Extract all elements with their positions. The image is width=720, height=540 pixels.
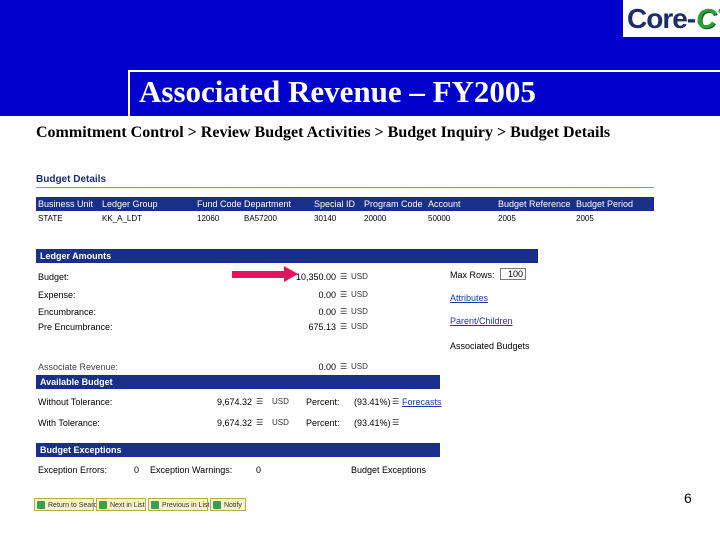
col-fund-code: Fund Code bbox=[197, 199, 242, 209]
parent-children-link[interactable]: Parent/Children bbox=[450, 316, 513, 326]
detail-icon[interactable]: ☰ bbox=[340, 290, 347, 299]
logo-ct-text: CT bbox=[696, 2, 720, 34]
cell-special-id: 30140 bbox=[314, 214, 337, 223]
pre-encumbrance-currency: USD bbox=[351, 322, 368, 331]
next-in-list-label: Next in List bbox=[110, 502, 145, 509]
encumbrance-value: 0.00 bbox=[318, 307, 336, 317]
breadcrumb: Commitment Control > Review Budget Activ… bbox=[36, 124, 611, 141]
logo-core-text: Core- bbox=[627, 2, 696, 34]
col-ledger-group: Ledger Group bbox=[102, 199, 158, 209]
detail-icon[interactable]: ☰ bbox=[256, 397, 263, 406]
exception-errors-value: 0 bbox=[134, 465, 140, 475]
budget-exceptions-title: Budget Exceptions bbox=[40, 445, 122, 455]
notify-label: Notify bbox=[224, 502, 242, 509]
cell-fund-code: 12060 bbox=[197, 214, 220, 223]
without-tolerance-value: 9,674.32 bbox=[216, 397, 252, 407]
expense-value: 0.00 bbox=[318, 290, 336, 300]
detail-icon[interactable]: ☰ bbox=[340, 362, 347, 371]
available-budget-title: Available Budget bbox=[40, 377, 113, 387]
notify-icon bbox=[213, 501, 221, 509]
down-arrow-icon bbox=[99, 501, 107, 509]
return-icon bbox=[37, 501, 45, 509]
ledger-amounts-title: Ledger Amounts bbox=[40, 251, 112, 261]
ledger-amounts-bar: Ledger Amounts bbox=[36, 249, 538, 263]
col-account: Account bbox=[428, 199, 461, 209]
core-ct-logo: Core-CT bbox=[623, 0, 720, 37]
cell-account: 50000 bbox=[428, 214, 451, 223]
budget-exceptions-bar: Budget Exceptions bbox=[36, 443, 440, 457]
exception-warnings-label: Exception Warnings: bbox=[150, 465, 233, 475]
with-tolerance-percent-label: Percent: bbox=[306, 418, 340, 428]
return-to-search-button[interactable]: Return to Search bbox=[34, 498, 101, 511]
col-budget-period: Budget Period bbox=[576, 199, 634, 209]
col-special-id: Special ID bbox=[314, 199, 356, 209]
cell-program-code: 20000 bbox=[364, 214, 387, 223]
cell-department: BA57200 bbox=[244, 214, 277, 223]
forecasts-link[interactable]: Forecasts bbox=[402, 397, 442, 407]
with-tolerance-currency: USD bbox=[272, 418, 289, 427]
encumbrance-label: Encumbrance: bbox=[38, 307, 97, 317]
exception-errors-label: Exception Errors: bbox=[38, 465, 108, 475]
budget-details-heading: Budget Details bbox=[36, 174, 107, 185]
max-rows-input[interactable]: 100 bbox=[500, 268, 526, 280]
cell-business-unit: STATE bbox=[38, 214, 63, 223]
budget-exceptions-link[interactable]: Budget Exceptions bbox=[351, 465, 426, 475]
detail-icon[interactable]: ☰ bbox=[256, 418, 263, 427]
encumbrance-currency: USD bbox=[351, 307, 368, 316]
cell-budget-reference: 2005 bbox=[498, 214, 516, 223]
available-budget-bar: Available Budget bbox=[36, 375, 440, 389]
budget-label: Budget: bbox=[38, 272, 70, 282]
col-budget-reference: Budget Reference bbox=[498, 199, 571, 209]
without-tolerance-percent-label: Percent: bbox=[306, 397, 340, 407]
associated-budgets-label: Associated Budgets bbox=[450, 341, 530, 351]
with-tolerance-percent: (93.41%) bbox=[354, 418, 391, 428]
budget-details-header-row: Business Unit Ledger Group Fund Code Dep… bbox=[36, 197, 654, 211]
detail-icon[interactable]: ☰ bbox=[340, 307, 347, 316]
expense-label: Expense: bbox=[38, 290, 76, 300]
max-rows-label: Max Rows: bbox=[450, 270, 495, 280]
expense-currency: USD bbox=[351, 290, 368, 299]
col-program-code: Program Code bbox=[364, 199, 423, 209]
up-arrow-icon bbox=[151, 501, 159, 509]
with-tolerance-label: With Tolerance: bbox=[38, 418, 100, 428]
notify-button[interactable]: Notify bbox=[210, 498, 246, 511]
next-in-list-button[interactable]: Next in List bbox=[96, 498, 146, 511]
detail-icon[interactable]: ☰ bbox=[340, 272, 347, 281]
col-business-unit: Business Unit bbox=[38, 199, 94, 209]
associate-revenue-label: Associate Revenue: bbox=[38, 362, 119, 372]
budget-currency: USD bbox=[351, 272, 368, 281]
detail-icon[interactable]: ☰ bbox=[340, 322, 347, 331]
previous-in-list-button[interactable]: Previous in List bbox=[148, 498, 210, 511]
highlight-arrow-shaft bbox=[232, 271, 288, 278]
pre-encumbrance-value: 675.13 bbox=[308, 322, 336, 332]
return-to-search-label: Return to Search bbox=[48, 502, 101, 509]
page-number: 6 bbox=[684, 490, 692, 506]
detail-icon[interactable]: ☰ bbox=[392, 397, 399, 406]
highlight-arrow-head bbox=[284, 266, 298, 282]
previous-in-list-label: Previous in List bbox=[162, 502, 210, 509]
attributes-link[interactable]: Attributes bbox=[450, 293, 488, 303]
with-tolerance-value: 9,674.32 bbox=[216, 418, 252, 428]
heading-divider bbox=[36, 187, 654, 188]
cell-budget-period: 2005 bbox=[576, 214, 594, 223]
slide-title: Associated Revenue – FY2005 bbox=[139, 74, 536, 109]
without-tolerance-currency: USD bbox=[272, 397, 289, 406]
without-tolerance-percent: (93.41%) bbox=[354, 397, 391, 407]
associate-revenue-value: 0.00 bbox=[318, 362, 336, 372]
without-tolerance-label: Without Tolerance: bbox=[38, 397, 113, 407]
pre-encumbrance-label: Pre Encumbrance: bbox=[38, 322, 113, 332]
col-department: Department bbox=[244, 199, 292, 209]
detail-icon[interactable]: ☰ bbox=[392, 418, 399, 427]
associate-revenue-currency: USD bbox=[351, 362, 368, 371]
exception-warnings-value: 0 bbox=[256, 465, 262, 475]
cell-ledger-group: KK_A_LDT bbox=[102, 214, 143, 223]
